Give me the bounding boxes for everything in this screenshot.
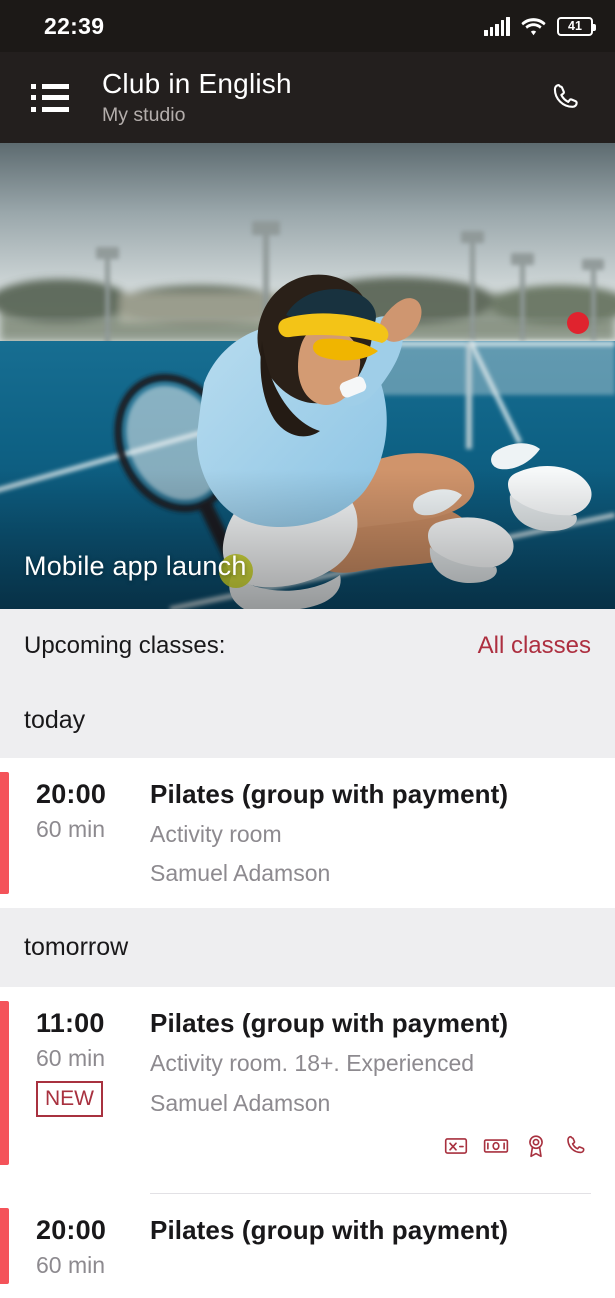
status-icons: 41: [484, 16, 596, 36]
class-card[interactable]: 11:00 60 min NEW Pilates (group with pay…: [0, 987, 615, 1180]
class-time: 20:00: [36, 779, 107, 809]
day-header-tomorrow: tomorrow: [0, 908, 615, 988]
page-title: Club in English: [102, 67, 292, 99]
class-room: Activity room. 18+. Experienced: [150, 1049, 475, 1076]
class-card-time-block: 20:00 60 min: [24, 779, 150, 888]
list-menu-icon[interactable]: [24, 72, 76, 124]
class-title: Pilates (group with payment): [150, 779, 509, 809]
class-card-action-icons: [150, 1133, 591, 1159]
cash-payment-icon[interactable]: [483, 1133, 509, 1159]
class-duration: 60 min: [36, 815, 106, 842]
class-time: 11:00: [36, 1008, 105, 1039]
award-badge-icon[interactable]: [523, 1133, 549, 1159]
upcoming-classes-label: Upcoming classes:: [24, 632, 226, 659]
day-header-today: today: [0, 683, 615, 758]
class-duration: 60 min: [36, 1251, 106, 1278]
class-coach: Samuel Adamson: [150, 1089, 331, 1116]
card-accent-bar: [0, 1208, 9, 1285]
app-bar: Club in English My studio: [0, 52, 615, 143]
class-card-time-block: 11:00 60 min NEW: [24, 1008, 150, 1159]
no-card-icon[interactable]: [443, 1133, 469, 1159]
class-card-details: Pilates (group with payment) Activity ro…: [150, 779, 591, 888]
phone-icon[interactable]: [563, 1133, 589, 1159]
record-dot-indicator[interactable]: [567, 312, 589, 334]
class-card[interactable]: 20:00 60 min Pilates (group with payment…: [0, 758, 615, 909]
tennis-court-photo: [0, 143, 615, 609]
battery-icon: 41: [557, 16, 596, 36]
class-duration: 60 min: [36, 1044, 106, 1071]
new-badge: NEW: [36, 1081, 103, 1118]
wifi-icon: [521, 17, 546, 36]
status-bar: 22:39 41: [0, 0, 615, 52]
upcoming-classes-bar: Upcoming classes: All classes: [0, 609, 615, 683]
status-time: 22:39: [44, 12, 105, 39]
class-card-time-block: 20:00 60 min: [24, 1215, 150, 1278]
battery-level: 41: [568, 18, 582, 33]
app-bar-titles: Club in English My studio: [102, 67, 539, 128]
hero-title: Mobile app launch: [24, 551, 247, 581]
class-time: 20:00: [36, 1215, 107, 1246]
signal-bars-icon: [484, 16, 510, 36]
class-coach: Samuel Adamson: [150, 860, 331, 887]
class-card[interactable]: 20:00 60 min Pilates (group with payment…: [0, 1194, 615, 1298]
card-accent-bar: [0, 772, 9, 895]
card-accent-bar: [0, 1001, 9, 1166]
page-subtitle: My studio: [102, 103, 186, 126]
hero-banner[interactable]: Mobile app launch: [0, 143, 615, 609]
class-card-details: Pilates (group with payment): [150, 1215, 591, 1278]
class-room: Activity room: [150, 820, 282, 847]
phone-icon[interactable]: [539, 71, 593, 125]
class-title: Pilates (group with payment): [150, 1008, 509, 1039]
class-card-details: Pilates (group with payment) Activity ro…: [150, 1008, 591, 1159]
all-classes-link[interactable]: All classes: [478, 632, 591, 660]
class-title: Pilates (group with payment): [150, 1215, 509, 1246]
